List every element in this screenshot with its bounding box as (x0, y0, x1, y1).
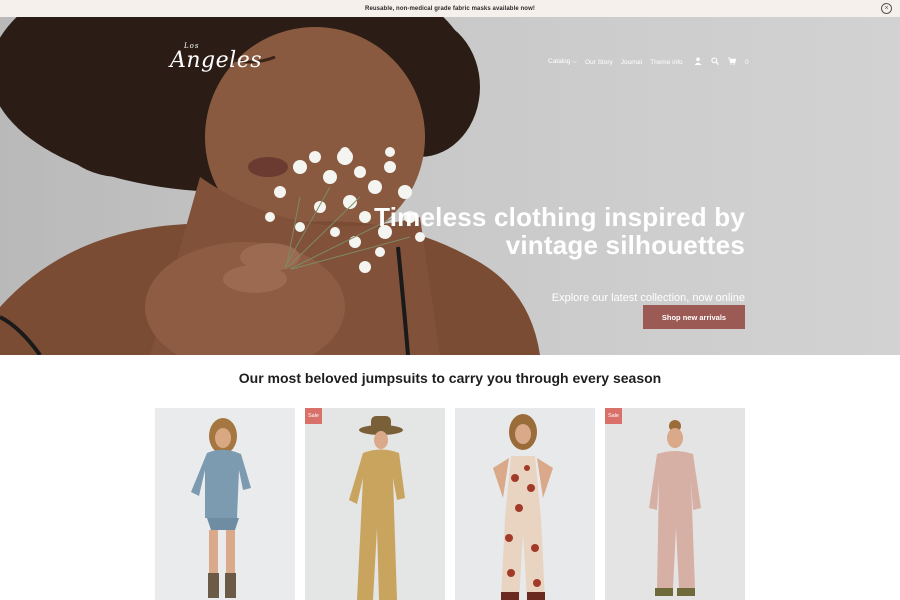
close-icon[interactable]: × (881, 3, 892, 14)
product-image (305, 408, 445, 600)
cart-icon[interactable] (728, 57, 737, 67)
main-nav: Catalog ⌵ Our Story Journal Theme info (548, 58, 683, 66)
nav-item-catalog[interactable]: Catalog ⌵ (548, 58, 577, 66)
user-icon[interactable] (694, 57, 702, 67)
shop-new-arrivals-button[interactable]: Shop new arrivals (643, 305, 745, 329)
announcement-text: Reusable, non-medical grade fabric masks… (365, 5, 535, 12)
hero-title: Timeless clothing inspired by vintage si… (374, 203, 745, 259)
nav-item-theme-info[interactable]: Theme info (650, 59, 683, 66)
hero-subtitle: Explore our latest collection, now onlin… (551, 292, 745, 304)
product-card[interactable] (455, 408, 595, 600)
hero-banner: Los Angeles Catalog ⌵ Our Story Journal T… (0, 17, 900, 355)
product-grid: Sale Sale (155, 408, 745, 600)
nav-item-our-story[interactable]: Our Story (585, 59, 613, 66)
hero-title-line-1: Timeless clothing inspired by (374, 202, 745, 232)
sale-badge: Sale (305, 408, 322, 424)
header-icons: 0 (694, 57, 749, 67)
product-card[interactable]: Sale (605, 408, 745, 600)
hero-image (0, 17, 540, 355)
nav-item-label: Catalog (548, 58, 571, 65)
section-title: Our most beloved jumpsuits to carry you … (238, 370, 662, 386)
cart-count[interactable]: 0 (745, 59, 749, 66)
nav-item-journal[interactable]: Journal (621, 59, 642, 66)
product-image (605, 408, 745, 600)
product-card[interactable] (155, 408, 295, 600)
announcement-bar: Reusable, non-medical grade fabric masks… (0, 0, 900, 17)
chevron-down-icon: ⌵ (572, 59, 577, 65)
product-image (155, 408, 295, 600)
search-icon[interactable] (711, 57, 720, 67)
hero-title-line-2: vintage silhouettes (505, 230, 745, 260)
logo-text: Angeles (170, 48, 263, 73)
sale-badge: Sale (605, 408, 622, 424)
product-image (455, 408, 595, 600)
product-card[interactable]: Sale (305, 408, 445, 600)
